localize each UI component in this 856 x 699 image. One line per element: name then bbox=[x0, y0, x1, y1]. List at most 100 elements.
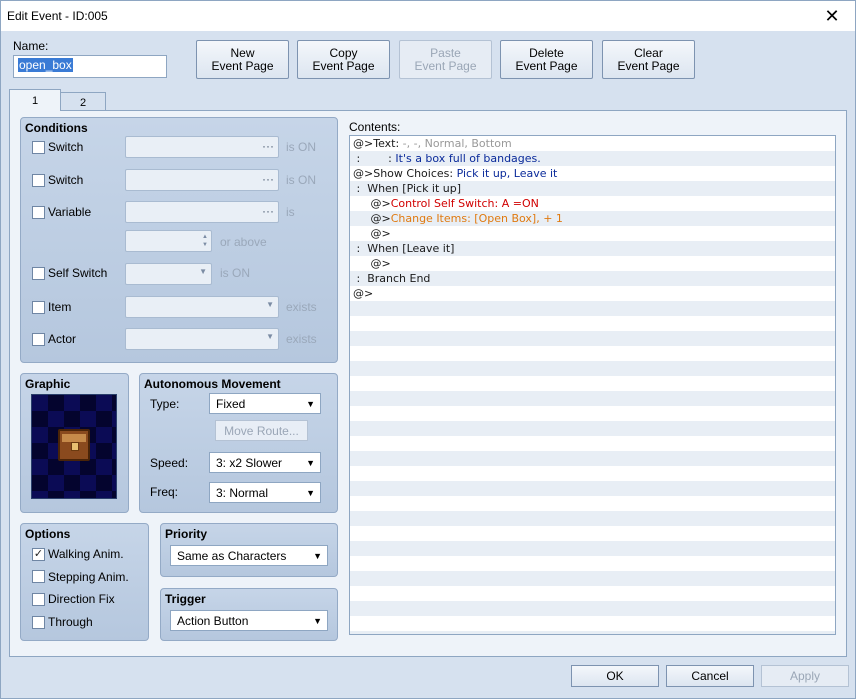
switch2-checkbox[interactable] bbox=[32, 174, 45, 187]
event-command-row[interactable]: @> bbox=[350, 286, 835, 301]
trigger-value: Action Button bbox=[177, 614, 249, 628]
variable-label: Variable bbox=[48, 205, 92, 219]
command-text: : When [Pick it up] bbox=[353, 182, 462, 195]
command-text: @> bbox=[353, 287, 374, 300]
tab-page-2[interactable]: 2 bbox=[60, 92, 106, 112]
trigger-panel: Trigger Action Button ▼ bbox=[160, 588, 338, 641]
switch2-field[interactable]: ··· bbox=[125, 169, 279, 191]
item-label: Item bbox=[48, 300, 72, 314]
window-title: Edit Event - ID:005 bbox=[7, 9, 108, 23]
trigger-select[interactable]: Action Button ▼ bbox=[170, 610, 328, 631]
name-value: open_box bbox=[18, 58, 73, 72]
command-text: @> bbox=[353, 197, 391, 210]
walking-anim-checkbox[interactable]: ✓ bbox=[32, 548, 45, 561]
item-state: exists bbox=[286, 300, 317, 314]
chevron-down-icon: ▼ bbox=[266, 332, 274, 341]
event-command-row[interactable]: @>Control Self Switch: A =ON bbox=[350, 196, 835, 211]
freq-label: Freq: bbox=[150, 485, 179, 499]
event-command-row[interactable]: : When [Pick it up] bbox=[350, 181, 835, 196]
direction-fix-label: Direction Fix bbox=[48, 592, 115, 606]
apply-button[interactable]: Apply bbox=[761, 665, 849, 687]
cancel-button[interactable]: Cancel bbox=[666, 665, 754, 687]
switch1-field[interactable]: ··· bbox=[125, 136, 279, 158]
self-switch-state: is ON bbox=[220, 266, 250, 280]
graphic-panel: Graphic bbox=[20, 373, 129, 513]
switch1-label: Switch bbox=[48, 140, 84, 154]
self-switch-select[interactable]: ▼ bbox=[125, 263, 212, 285]
event-command-row[interactable]: @>Change Items: [Open Box], + 1 bbox=[350, 211, 835, 226]
command-text: -, -, Normal, Bottom bbox=[402, 137, 512, 150]
ok-button[interactable]: OK bbox=[571, 665, 659, 687]
command-text: : : bbox=[353, 152, 396, 165]
variable-value-stepper[interactable]: ▲ ▼ bbox=[125, 230, 212, 252]
graphic-preview[interactable] bbox=[31, 394, 117, 499]
stepping-anim-label: Stepping Anim. bbox=[48, 570, 129, 584]
autonomous-title: Autonomous Movement bbox=[144, 377, 281, 391]
event-command-row[interactable]: @>Show Choices: Pick it up, Leave it bbox=[350, 166, 835, 181]
variable-state: is bbox=[286, 205, 295, 219]
conditions-title: Conditions bbox=[25, 121, 88, 135]
self-switch-checkbox[interactable] bbox=[32, 267, 45, 280]
speed-value: 3: x2 Slower bbox=[216, 456, 283, 470]
event-command-row[interactable]: @>Text: -, -, Normal, Bottom bbox=[350, 136, 835, 151]
freq-select[interactable]: 3: Normal ▼ bbox=[209, 482, 321, 503]
command-text: Control Self Switch: A =ON bbox=[390, 197, 539, 210]
actor-checkbox[interactable] bbox=[32, 333, 45, 346]
item-checkbox[interactable] bbox=[32, 301, 45, 314]
stepping-anim-checkbox[interactable] bbox=[32, 570, 45, 583]
speed-select[interactable]: 3: x2 Slower ▼ bbox=[209, 452, 321, 473]
variable-checkbox[interactable] bbox=[32, 206, 45, 219]
item-select[interactable]: ▼ bbox=[125, 296, 279, 318]
event-command-row[interactable]: @> bbox=[350, 256, 835, 271]
event-command-row[interactable]: : Branch End bbox=[350, 271, 835, 286]
command-text: @>Text: bbox=[353, 137, 403, 150]
name-field[interactable]: open_box bbox=[13, 55, 167, 78]
type-select[interactable]: Fixed ▼ bbox=[209, 393, 321, 414]
freq-value: 3: Normal bbox=[216, 486, 269, 500]
move-route-button[interactable]: Move Route... bbox=[215, 420, 308, 441]
options-title: Options bbox=[25, 527, 71, 541]
actor-select[interactable]: ▼ bbox=[125, 328, 279, 350]
spin-down-icon[interactable]: ▼ bbox=[202, 242, 208, 248]
chevron-down-icon: ▼ bbox=[313, 551, 322, 561]
close-icon[interactable]: ✕ bbox=[809, 1, 855, 31]
speed-label: Speed: bbox=[150, 456, 189, 470]
through-checkbox[interactable] bbox=[32, 616, 45, 629]
contents-list[interactable]: @>Text: -, -, Normal, Bottom : : It's a … bbox=[349, 135, 836, 635]
paste-event-page-button[interactable]: Paste Event Page bbox=[399, 40, 492, 79]
autonomous-movement-panel: Autonomous Movement Type: Fixed ▼ Move R… bbox=[139, 373, 338, 513]
new-event-page-button[interactable]: New Event Page bbox=[196, 40, 289, 79]
event-command-row[interactable]: : : It's a box full of bandages. bbox=[350, 151, 835, 166]
options-panel: Options ✓ Walking Anim. Stepping Anim. D… bbox=[20, 523, 149, 641]
switch2-state: is ON bbox=[286, 173, 316, 187]
variable-suffix: or above bbox=[220, 235, 267, 249]
command-text: : Branch End bbox=[353, 272, 431, 285]
switch1-state: is ON bbox=[286, 140, 316, 154]
delete-event-page-button[interactable]: Delete Event Page bbox=[500, 40, 593, 79]
priority-title: Priority bbox=[165, 527, 208, 541]
tab-page-1[interactable]: 1 bbox=[9, 89, 61, 111]
through-label: Through bbox=[48, 615, 93, 629]
edit-event-window: Edit Event - ID:005 ✕ Name: open_box New… bbox=[0, 0, 856, 699]
type-value: Fixed bbox=[216, 397, 246, 411]
priority-select[interactable]: Same as Characters ▼ bbox=[170, 545, 328, 566]
variable-field[interactable]: ··· bbox=[125, 201, 279, 223]
event-command-row[interactable]: @> bbox=[350, 226, 835, 241]
name-label: Name: bbox=[13, 39, 49, 53]
spin-up-icon[interactable]: ▲ bbox=[202, 234, 208, 240]
event-command-row[interactable]: : When [Leave it] bbox=[350, 241, 835, 256]
clear-event-page-button[interactable]: Clear Event Page bbox=[602, 40, 695, 79]
title-bar: Edit Event - ID:005 ✕ bbox=[1, 1, 855, 31]
contents-label: Contents: bbox=[349, 120, 401, 134]
chevron-down-icon: ▼ bbox=[306, 488, 315, 498]
browse-icon: ··· bbox=[262, 139, 274, 153]
chevron-down-icon: ▼ bbox=[266, 300, 274, 309]
actor-label: Actor bbox=[48, 332, 77, 346]
switch1-checkbox[interactable] bbox=[32, 141, 45, 154]
command-text: : When [Leave it] bbox=[353, 242, 455, 255]
chevron-down-icon: ▼ bbox=[306, 399, 315, 409]
self-switch-label: Self Switch bbox=[48, 266, 108, 280]
command-text: @>Show Choices: bbox=[353, 167, 457, 180]
copy-event-page-button[interactable]: Copy Event Page bbox=[297, 40, 390, 79]
direction-fix-checkbox[interactable] bbox=[32, 593, 45, 606]
